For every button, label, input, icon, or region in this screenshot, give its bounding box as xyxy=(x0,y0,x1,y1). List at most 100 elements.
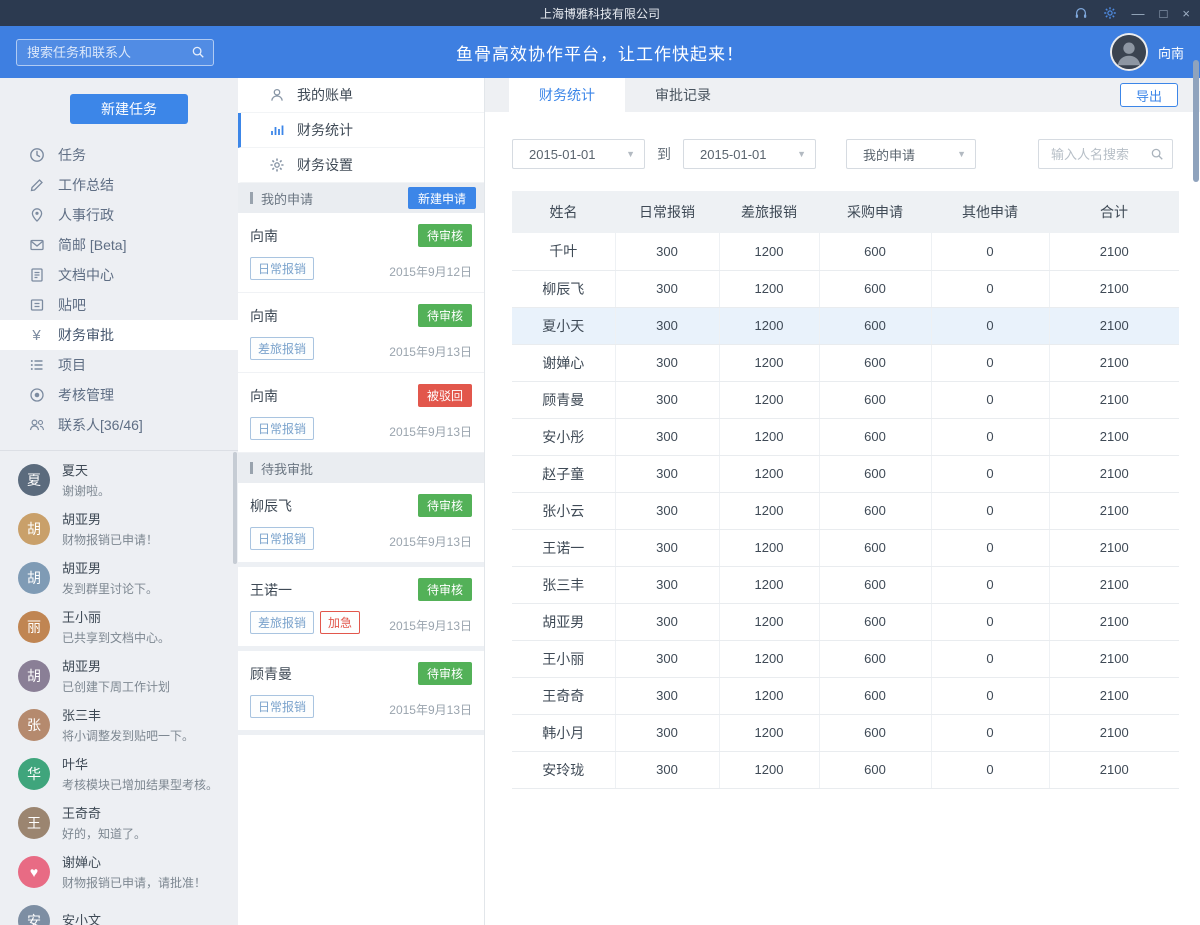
list-icon xyxy=(28,357,45,374)
global-search-input[interactable] xyxy=(17,45,191,60)
contact-item[interactable]: 胡 胡亚男 财物报销已申请！ xyxy=(0,504,238,553)
table-row[interactable]: 张小云 300 1200 600 0 2100 xyxy=(512,492,1179,529)
category-tag: 日常报销 xyxy=(250,257,314,280)
table-row[interactable]: 安玲珑 300 1200 600 0 2100 xyxy=(512,751,1179,788)
sidebar-menu-item[interactable]: 联系人[36/46] xyxy=(0,410,238,440)
type-select[interactable]: 我的申请 ▼ xyxy=(846,139,976,169)
status-badge: 待审核 xyxy=(418,578,472,601)
table-row[interactable]: 谢婵心 300 1200 600 0 2100 xyxy=(512,344,1179,381)
sidebar-divider xyxy=(0,450,238,451)
contact-item[interactable]: 张 张三丰 将小调整发到贴吧一下。 xyxy=(0,700,238,749)
table-row[interactable]: 王小丽 300 1200 600 0 2100 xyxy=(512,640,1179,677)
new-apply-button[interactable]: 新建申请 xyxy=(408,187,476,209)
cell-daily: 300 xyxy=(615,307,719,344)
sidebar-menu-item[interactable]: 人事行政 xyxy=(0,200,238,230)
name-search-input[interactable] xyxy=(1039,147,1150,162)
chart-icon xyxy=(268,122,285,139)
cell-travel: 1200 xyxy=(719,640,819,677)
contact-item[interactable]: 胡 胡亚男 发到群里讨论下。 xyxy=(0,553,238,602)
approval-item[interactable]: 王诺一 待审核 差旅报销 加急 2015年9月13日 xyxy=(238,567,484,651)
user-menu[interactable]: 向南 xyxy=(1110,33,1184,71)
finance-menu: 我的账单 财务统计 财务设置 xyxy=(238,78,484,183)
sidebar-scrollbar-thumb[interactable] xyxy=(233,452,237,564)
date-from-picker[interactable]: 2015-01-01 ▼ xyxy=(512,139,645,169)
table-row[interactable]: 夏小天 300 1200 600 0 2100 xyxy=(512,307,1179,344)
cell-daily: 300 xyxy=(615,751,719,788)
sidebar-menu-item[interactable]: 考核管理 xyxy=(0,380,238,410)
sidebar-item-label: 文档中心 xyxy=(58,265,114,285)
cell-name: 王奇奇 xyxy=(512,677,615,714)
table-row[interactable]: 韩小月 300 1200 600 0 2100 xyxy=(512,714,1179,751)
finance-menu-label: 财务设置 xyxy=(297,155,353,175)
app-header: 鱼骨高效协作平台，让工作快起来！ 向南 xyxy=(0,26,1200,78)
chevron-down-icon: ▼ xyxy=(797,149,806,159)
contact-item[interactable]: 王 王奇奇 好的，知道了。 xyxy=(0,798,238,847)
cell-total: 2100 xyxy=(1049,751,1179,788)
sidebar-item-label: 财务审批 xyxy=(58,325,114,345)
contact-avatar: 张 xyxy=(18,709,50,741)
category-tag: 日常报销 xyxy=(250,527,314,550)
table-row[interactable]: 柳辰飞 300 1200 600 0 2100 xyxy=(512,270,1179,307)
people-icon xyxy=(28,417,45,434)
cell-total: 2100 xyxy=(1049,233,1179,270)
cell-other: 0 xyxy=(931,455,1049,492)
application-item[interactable]: 向南 被驳回 日常报销 2015年9月13日 xyxy=(238,373,484,453)
tab-strip: 财务统计 审批记录 导出 xyxy=(485,78,1200,112)
sidebar-menu-item[interactable]: 项目 xyxy=(0,350,238,380)
table-row[interactable]: 胡亚男 300 1200 600 0 2100 xyxy=(512,603,1179,640)
finance-menu-item[interactable]: 我的账单 xyxy=(238,78,484,113)
cell-total: 2100 xyxy=(1049,714,1179,751)
approval-item[interactable]: 顾青曼 待审核 日常报销 2015年9月13日 xyxy=(238,651,484,735)
table-row[interactable]: 顾青曼 300 1200 600 0 2100 xyxy=(512,381,1179,418)
sidebar: 新建任务 任务 工作总结 人事行政 xyxy=(0,78,238,925)
contact-item[interactable]: 胡 胡亚男 已创建下周工作计划 xyxy=(0,651,238,700)
contact-item[interactable]: ♥ 谢婵心 财物报销已申请，请批准！ xyxy=(0,847,238,896)
name-search-box[interactable] xyxy=(1038,139,1173,169)
global-search-box[interactable] xyxy=(16,39,214,66)
new-task-button[interactable]: 新建任务 xyxy=(70,94,188,124)
settings-gear-icon[interactable] xyxy=(1103,6,1117,20)
sidebar-menu-item[interactable]: 贴吧 xyxy=(0,290,238,320)
contact-item[interactable]: 华 叶华 考核模块已增加结果型考核。 xyxy=(0,749,238,798)
maximize-button[interactable]: □ xyxy=(1160,7,1168,20)
window-scrollbar-thumb[interactable] xyxy=(1193,60,1199,182)
table-row[interactable]: 赵子童 300 1200 600 0 2100 xyxy=(512,455,1179,492)
application-item[interactable]: 向南 待审核 日常报销 2015年9月12日 xyxy=(238,213,484,293)
cell-purchase: 600 xyxy=(819,640,931,677)
sidebar-menu-item[interactable]: 工作总结 xyxy=(0,170,238,200)
cell-daily: 300 xyxy=(615,418,719,455)
table-row[interactable]: 千叶 300 1200 600 0 2100 xyxy=(512,233,1179,270)
tab[interactable]: 财务统计 xyxy=(509,78,625,112)
contact-item[interactable]: 安 安小文 xyxy=(0,896,238,925)
finance-menu-item[interactable]: 财务设置 xyxy=(238,148,484,183)
table-row[interactable]: 王诺一 300 1200 600 0 2100 xyxy=(512,529,1179,566)
sidebar-menu-item[interactable]: 文档中心 xyxy=(0,260,238,290)
minimize-button[interactable]: — xyxy=(1132,7,1145,20)
window-title: 上海博雅科技有限公司 xyxy=(540,5,660,22)
table-row[interactable]: 王奇奇 300 1200 600 0 2100 xyxy=(512,677,1179,714)
application-item[interactable]: 向南 待审核 差旅报销 2015年9月13日 xyxy=(238,293,484,373)
sidebar-menu-item[interactable]: ¥ 财务审批 xyxy=(0,320,238,350)
approval-item[interactable]: 柳辰飞 待审核 日常报销 2015年9月13日 xyxy=(238,483,484,567)
tab[interactable]: 审批记录 xyxy=(625,78,741,112)
finance-menu-item[interactable]: 财务统计 xyxy=(238,113,484,148)
contact-item[interactable]: 夏 夏天 谢谢啦。 xyxy=(0,455,238,504)
cell-other: 0 xyxy=(931,566,1049,603)
export-button[interactable]: 导出 xyxy=(1120,83,1178,107)
sidebar-menu-item[interactable]: 任务 xyxy=(0,140,238,170)
cell-travel: 1200 xyxy=(719,307,819,344)
yen-icon: ¥ xyxy=(28,327,45,344)
table-header-row: 姓名 日常报销 差旅报销 采购申请 其他申请 合计 xyxy=(512,191,1179,233)
close-button[interactable]: × xyxy=(1182,7,1190,20)
sidebar-item-label: 联系人[36/46] xyxy=(58,415,143,435)
date-to-picker[interactable]: 2015-01-01 ▼ xyxy=(683,139,816,169)
contact-item[interactable]: 丽 王小丽 已共享到文档中心。 xyxy=(0,602,238,651)
headset-icon[interactable] xyxy=(1074,6,1088,20)
cell-total: 2100 xyxy=(1049,677,1179,714)
table-row[interactable]: 安小彤 300 1200 600 0 2100 xyxy=(512,418,1179,455)
table-row[interactable]: 张三丰 300 1200 600 0 2100 xyxy=(512,566,1179,603)
contact-avatar: ♥ xyxy=(18,856,50,888)
sidebar-menu-item[interactable]: 简邮 [Beta] xyxy=(0,230,238,260)
sidebar-item-label: 项目 xyxy=(58,355,86,375)
contact-message: 好的，知道了。 xyxy=(62,825,146,842)
